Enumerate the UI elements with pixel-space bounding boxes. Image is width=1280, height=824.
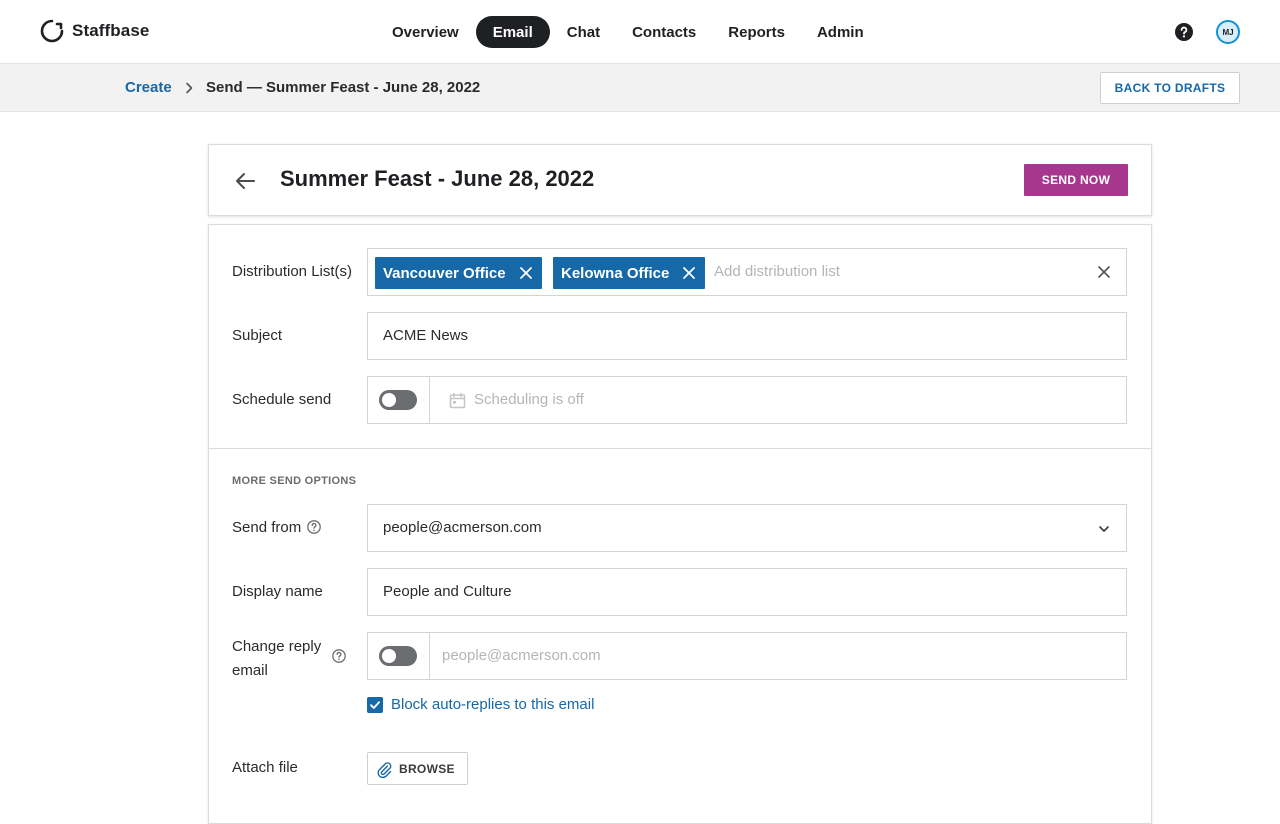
subject-label: Subject <box>232 327 283 344</box>
help-circle-icon[interactable] <box>307 520 322 534</box>
page-title: Summer Feast - June 28, 2022 <box>280 166 595 191</box>
display-name-value: People and Culture <box>383 583 512 600</box>
back-to-drafts-button[interactable]: BACK TO DRAFTS <box>1100 72 1240 104</box>
schedule-send-field: Scheduling is off <box>367 376 1127 424</box>
subject-field[interactable]: ACME News <box>367 312 1127 360</box>
staffbase-logo-icon <box>40 19 64 43</box>
remove-chip-icon[interactable] <box>682 266 696 280</box>
chevron-down-icon <box>1099 526 1109 532</box>
reply-email-field: people@acmerson.com <box>367 632 1127 680</box>
distribution-list-label: Distribution List(s) <box>232 263 353 280</box>
checkmark-icon <box>370 700 380 709</box>
remove-chip-icon[interactable] <box>519 266 533 280</box>
change-reply-label-line1: Change reply <box>232 638 322 655</box>
schedule-toggle[interactable] <box>379 390 417 410</box>
nav-overview[interactable]: Overview <box>377 16 474 48</box>
breadcrumb-create-link[interactable]: Create <box>125 79 172 96</box>
send-from-value: people@acmerson.com <box>383 519 542 536</box>
send-form: Distribution List(s) Vancouver Office Ke… <box>208 224 1152 824</box>
send-from-label-text: Send from <box>232 519 302 536</box>
breadcrumb-current: Send — Summer Feast - June 28, 2022 <box>206 79 481 96</box>
nav-contacts[interactable]: Contacts <box>617 16 711 48</box>
distribution-chip-kelowna: Kelowna Office <box>553 257 706 289</box>
schedule-send-label: Schedule send <box>232 391 332 408</box>
change-reply-label-line2: email <box>232 662 268 679</box>
chip-label: Kelowna Office <box>561 264 670 282</box>
distribution-list-field[interactable]: Vancouver Office Kelowna Office Add dist… <box>367 248 1127 296</box>
reply-email-toggle-container <box>368 633 430 679</box>
display-name-field[interactable]: People and Culture <box>367 568 1127 616</box>
title-card: Summer Feast - June 28, 2022 SEND NOW <box>208 144 1152 216</box>
block-auto-replies-label[interactable]: Block auto-replies to this email <box>391 696 594 713</box>
send-from-select[interactable]: people@acmerson.com <box>367 504 1127 552</box>
help-icon[interactable] <box>1175 23 1193 41</box>
nav-reports[interactable]: Reports <box>713 16 800 48</box>
help-circle-icon[interactable] <box>332 649 346 663</box>
calendar-icon <box>449 392 466 409</box>
display-name-label: Display name <box>232 583 323 600</box>
nav-email[interactable]: Email <box>475 16 550 48</box>
back-arrow-icon[interactable] <box>233 169 257 193</box>
reply-email-toggle[interactable] <box>379 646 417 666</box>
subject-value: ACME News <box>383 327 469 344</box>
top-navigation: Staffbase Overview Email Chat Contacts R… <box>0 0 1280 64</box>
distribution-chip-vancouver: Vancouver Office <box>375 257 542 289</box>
send-now-button[interactable]: SEND NOW <box>1024 164 1128 196</box>
breadcrumb: Create Send — Summer Feast - June 28, 20… <box>0 64 1280 112</box>
distribution-list-input[interactable]: Add distribution list <box>714 263 840 280</box>
main-nav: Overview Email Chat Contacts Reports Adm… <box>377 16 881 48</box>
browse-label: BROWSE <box>399 761 455 776</box>
clear-icon[interactable] <box>1097 265 1111 279</box>
section-divider <box>209 448 1151 449</box>
send-from-label: Send from <box>232 519 322 536</box>
schedule-placeholder: Scheduling is off <box>474 391 584 408</box>
nav-admin[interactable]: Admin <box>802 16 879 48</box>
attach-file-label: Attach file <box>232 759 298 776</box>
schedule-toggle-container <box>368 377 430 423</box>
paperclip-icon <box>377 761 392 778</box>
chip-label: Vancouver Office <box>383 264 506 282</box>
logo[interactable]: Staffbase <box>40 19 149 43</box>
block-auto-replies-checkbox[interactable] <box>367 696 383 713</box>
more-send-options-heading: MORE SEND OPTIONS <box>232 475 357 487</box>
block-auto-replies-row: Block auto-replies to this email <box>367 696 594 713</box>
browse-button[interactable]: BROWSE <box>367 752 468 785</box>
app-name: Staffbase <box>72 21 150 40</box>
reply-email-input[interactable]: people@acmerson.com <box>442 647 601 664</box>
change-reply-email-label: Change reply email <box>232 635 321 683</box>
nav-chat[interactable]: Chat <box>552 16 615 48</box>
chevron-right-icon <box>186 82 193 94</box>
avatar[interactable]: MJ <box>1216 20 1240 44</box>
